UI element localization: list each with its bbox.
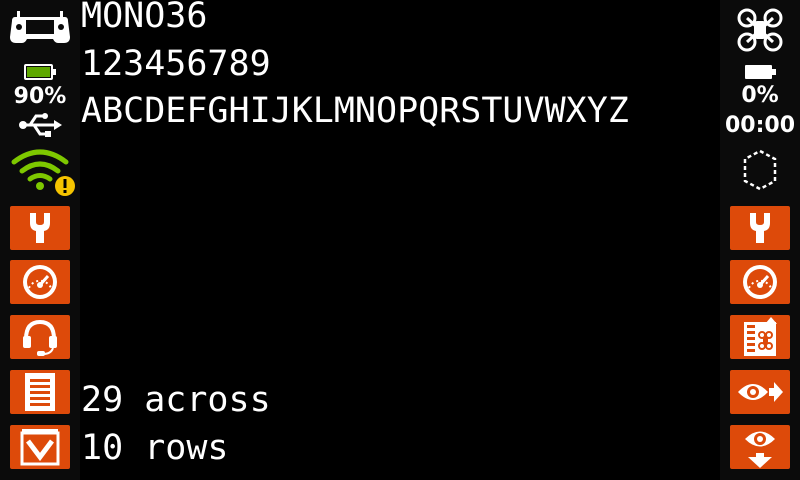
digits-sample: 123456789 [81,44,271,84]
speedometer-icon [23,265,57,299]
wifi-warning-icon [11,149,75,196]
gauge-button[interactable] [10,260,70,304]
document-button[interactable] [10,370,70,414]
headset-icon [23,319,57,356]
radio-handset-icon[interactable] [9,9,71,47]
eye-arrow-icon [738,382,783,402]
battery-icon [745,65,776,79]
tools-button[interactable] [730,206,790,250]
chevron-down-box-icon [20,429,60,466]
shape-outline-icon [743,149,777,191]
battery-percent: 0% [741,83,779,108]
view-forward-button[interactable] [730,370,790,414]
left-sidebar: 90% [0,0,80,480]
timer: 00:00 [724,113,796,138]
model-document-icon [744,317,777,356]
usb-icon [19,113,62,137]
eye-down-arrow-icon [745,431,775,468]
headset-button[interactable] [10,315,70,359]
drone-icon[interactable] [736,8,784,52]
document-icon [25,373,55,411]
tools-button[interactable] [10,206,70,250]
battery-percent: 90% [13,84,67,109]
view-down-button[interactable] [730,425,790,469]
dropdown-button[interactable] [10,425,70,469]
columns-count-label: 29 across [81,380,271,420]
alphabet-sample: ABCDEFGHIJKLMNOPQRSTUVWXYZ [81,91,629,131]
wrench-icon [750,213,770,243]
speedometer-icon [743,265,777,299]
right-sidebar: 0% 00:00 [720,0,800,480]
battery-icon [24,64,56,80]
rows-count-label: 10 rows [81,428,229,468]
gauge-button[interactable] [730,260,790,304]
model-list-button[interactable] [730,315,790,359]
wrench-icon [30,213,50,243]
font-name-label: MONO36 [81,0,208,36]
